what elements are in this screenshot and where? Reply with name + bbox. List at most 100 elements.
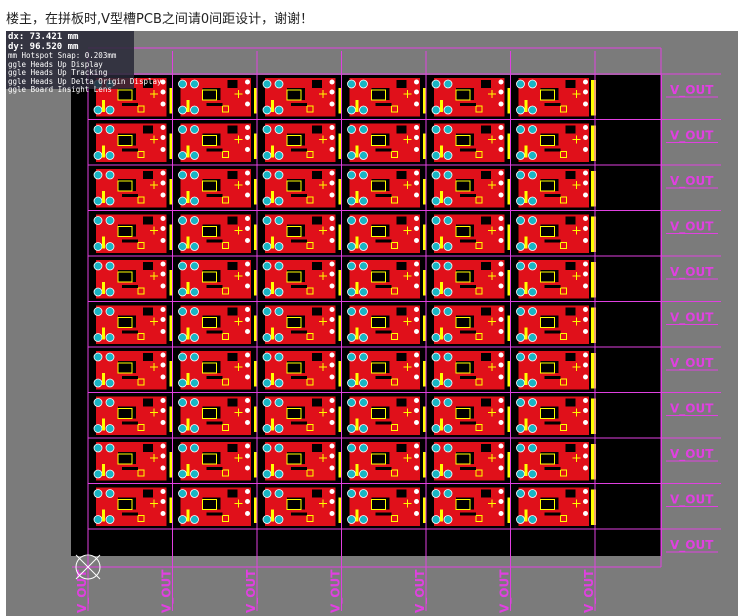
smd-pad bbox=[498, 499, 504, 504]
trace-gap bbox=[122, 285, 138, 288]
smd-pad bbox=[160, 307, 166, 312]
through-hole-pad bbox=[178, 469, 187, 479]
smd-pad bbox=[245, 307, 250, 312]
through-hole-pad bbox=[431, 105, 441, 115]
through-hole-pad bbox=[262, 307, 272, 316]
vcut-label-right: V_OUT bbox=[670, 311, 714, 326]
vcut-label-right: V_OUT bbox=[670, 220, 714, 235]
through-hole-pad bbox=[190, 489, 199, 498]
through-hole-pad bbox=[93, 489, 103, 498]
through-hole-pad bbox=[262, 151, 272, 160]
smd-pad bbox=[245, 499, 250, 504]
through-hole-pad bbox=[528, 489, 537, 498]
silkscreen-bar bbox=[440, 236, 443, 249]
clearance bbox=[312, 80, 322, 88]
through-hole-pad bbox=[359, 287, 368, 297]
vcut-label-bottom: V_OUT bbox=[582, 569, 597, 613]
through-hole-pad bbox=[262, 170, 272, 180]
smd-pad bbox=[583, 125, 588, 130]
smd-pad bbox=[160, 511, 166, 516]
through-hole-pad bbox=[528, 196, 537, 206]
trace-gap bbox=[291, 467, 307, 470]
through-hole-pad bbox=[516, 333, 525, 342]
smd-pad bbox=[329, 170, 335, 176]
pcb-editor-viewport[interactable]: dx: 73.421 mm dy: 96.520 mm mm Hotspot S… bbox=[6, 31, 738, 616]
silkscreen-bar bbox=[186, 418, 190, 431]
clearance bbox=[227, 307, 238, 316]
smd-pad bbox=[583, 499, 588, 504]
through-hole-pad bbox=[93, 469, 103, 479]
silkscreen-bar bbox=[102, 418, 105, 431]
through-hole-pad bbox=[528, 352, 537, 362]
smd-pad bbox=[583, 238, 588, 243]
smd-pad bbox=[498, 170, 504, 176]
smd-pad bbox=[329, 125, 335, 130]
silkscreen-bar bbox=[355, 464, 359, 476]
clearance bbox=[565, 489, 576, 498]
silkscreen-bar bbox=[271, 191, 274, 203]
clearance bbox=[565, 398, 576, 407]
through-hole-pad bbox=[359, 469, 368, 479]
smd-pad bbox=[414, 499, 419, 504]
through-hole-pad bbox=[359, 242, 368, 251]
smd-pad bbox=[329, 180, 335, 186]
smd-pad bbox=[329, 89, 335, 95]
trace-gap bbox=[544, 376, 561, 379]
trace-gap bbox=[544, 285, 561, 288]
smd-pad bbox=[583, 317, 588, 322]
through-hole-pad bbox=[347, 333, 356, 342]
through-hole-pad bbox=[443, 424, 453, 433]
trace-gap bbox=[544, 330, 561, 334]
smd-pad bbox=[160, 135, 166, 140]
through-hole-pad bbox=[347, 216, 356, 225]
through-hole-pad bbox=[431, 489, 441, 498]
through-hole-pad bbox=[190, 424, 199, 433]
through-hole-pad bbox=[274, 333, 284, 342]
trace-gap bbox=[206, 512, 223, 516]
through-hole-pad bbox=[93, 352, 103, 362]
smd-pad bbox=[329, 216, 335, 221]
trace-gap bbox=[206, 467, 223, 470]
through-hole-pad bbox=[528, 261, 537, 271]
through-hole-pad bbox=[528, 79, 537, 89]
silkscreen-bar bbox=[186, 373, 190, 385]
vcut-label-right: V_OUT bbox=[670, 402, 714, 417]
through-hole-pad bbox=[528, 333, 537, 342]
through-hole-pad bbox=[431, 125, 441, 134]
through-hole-pad bbox=[359, 196, 368, 206]
clearance bbox=[396, 80, 407, 88]
through-hole-pad bbox=[274, 424, 284, 433]
silkscreen-bar bbox=[355, 509, 359, 522]
smd-pad bbox=[583, 329, 588, 334]
through-hole-pad bbox=[178, 515, 187, 524]
clearance bbox=[227, 444, 238, 452]
silkscreen-bar bbox=[271, 373, 274, 385]
smd-pad bbox=[160, 499, 166, 504]
through-hole-pad bbox=[516, 469, 525, 479]
through-hole-pad bbox=[262, 489, 272, 498]
silkscreen-bar bbox=[440, 464, 443, 476]
trace-gap bbox=[206, 194, 223, 197]
through-hole-pad bbox=[528, 378, 537, 388]
smd-pad bbox=[414, 192, 419, 198]
through-hole-pad bbox=[528, 424, 537, 433]
through-hole-pad bbox=[274, 261, 284, 271]
through-hole-pad bbox=[528, 242, 537, 251]
vcut-label-bottom: V_OUT bbox=[160, 569, 175, 613]
smd-pad bbox=[245, 238, 250, 243]
through-hole-pad bbox=[105, 261, 115, 271]
trace-gap bbox=[544, 239, 561, 243]
smd-pad bbox=[498, 79, 504, 85]
smd-pad bbox=[498, 226, 504, 231]
smd-pad bbox=[583, 489, 588, 494]
through-hole-pad bbox=[105, 398, 115, 407]
trace-gap bbox=[122, 103, 138, 106]
hud-dx: dx: 73.421 mm bbox=[8, 32, 79, 42]
clearance bbox=[143, 171, 153, 179]
smd-pad bbox=[160, 374, 166, 380]
clearance bbox=[312, 262, 322, 270]
through-hole-pad bbox=[431, 170, 441, 180]
trace-gap bbox=[122, 512, 138, 516]
through-hole-pad bbox=[516, 424, 525, 433]
clearance bbox=[481, 80, 491, 88]
